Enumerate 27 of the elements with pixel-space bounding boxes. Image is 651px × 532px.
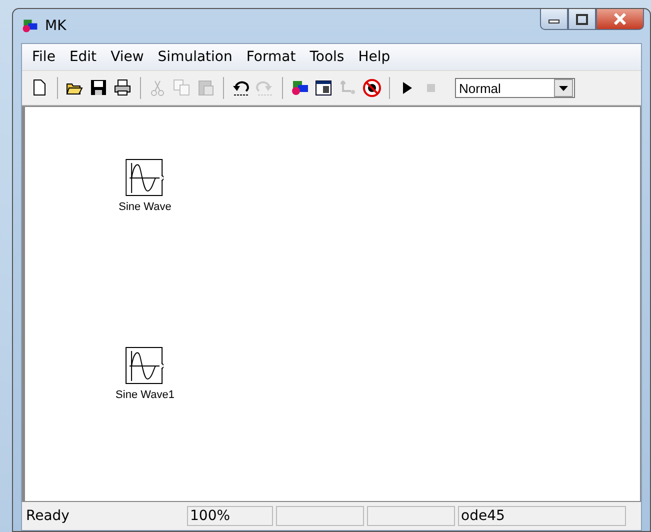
menu-item[interactable]: File bbox=[26, 49, 62, 65]
window-title: MK bbox=[45, 18, 66, 34]
menu-item[interactable]: View bbox=[104, 49, 150, 65]
simulation-mode-dropdown[interactable]: Normal bbox=[455, 78, 575, 98]
model-explorer-icon[interactable] bbox=[314, 78, 334, 98]
minimize-button[interactable] bbox=[540, 9, 568, 30]
maximize-icon bbox=[576, 14, 588, 24]
close-icon bbox=[613, 13, 627, 25]
menu-item[interactable]: Edit bbox=[63, 49, 103, 65]
dropdown-arrow-icon bbox=[559, 86, 568, 90]
sine-wave-block[interactable] bbox=[126, 347, 164, 385]
close-button[interactable] bbox=[596, 9, 644, 30]
menu-item[interactable]: Tools bbox=[304, 49, 350, 65]
block-label: Sine Wave1 bbox=[116, 389, 174, 401]
status-field: ode45 bbox=[458, 506, 626, 526]
status-field: 100% bbox=[187, 506, 273, 526]
sine-wave-block[interactable] bbox=[126, 159, 164, 197]
maximize-button[interactable] bbox=[568, 9, 596, 30]
library-browser-icon[interactable] bbox=[290, 78, 310, 98]
app-icon bbox=[21, 17, 39, 35]
menu-item[interactable]: Format bbox=[240, 49, 302, 65]
menu-item[interactable]: Simulation bbox=[152, 49, 238, 65]
debug-icon[interactable] bbox=[362, 78, 382, 98]
printer-icon[interactable] bbox=[113, 78, 133, 98]
status-field: Ready bbox=[24, 506, 184, 526]
block-label: Sine Wave bbox=[118, 201, 172, 213]
menu-item[interactable]: Help bbox=[352, 49, 396, 65]
